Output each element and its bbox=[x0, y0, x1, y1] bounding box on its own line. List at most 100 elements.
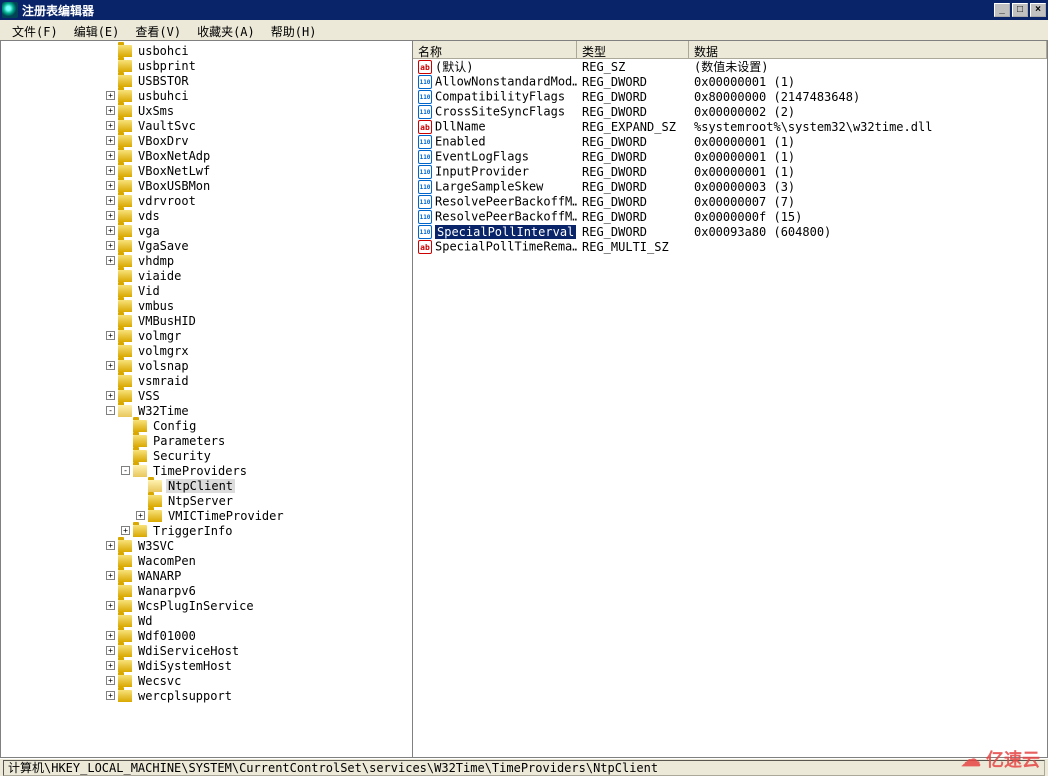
tree-item[interactable]: +VgaSave bbox=[1, 238, 412, 253]
expand-icon[interactable]: + bbox=[106, 391, 115, 400]
expand-icon[interactable]: + bbox=[106, 661, 115, 670]
tree-item[interactable]: +VBoxUSBMon bbox=[1, 178, 412, 193]
menu-help[interactable]: 帮助(H) bbox=[263, 22, 325, 38]
expand-icon[interactable]: + bbox=[106, 166, 115, 175]
value-row[interactable]: abSpecialPollTimeRema…REG_MULTI_SZ bbox=[413, 239, 1047, 254]
tree-item[interactable]: +VBoxDrv bbox=[1, 133, 412, 148]
expand-icon[interactable]: + bbox=[106, 196, 115, 205]
tree-item[interactable]: +VaultSvc bbox=[1, 118, 412, 133]
expand-icon[interactable]: + bbox=[106, 646, 115, 655]
values-pane[interactable]: 名称 类型 数据 ab(默认)REG_SZ(数值未设置)110AllowNons… bbox=[413, 41, 1047, 757]
tree-item[interactable]: Parameters bbox=[1, 433, 412, 448]
tree-item[interactable]: +vhdmp bbox=[1, 253, 412, 268]
tree-item[interactable]: +volmgr bbox=[1, 328, 412, 343]
tree-item[interactable]: +W3SVC bbox=[1, 538, 412, 553]
expand-icon[interactable]: + bbox=[106, 541, 115, 550]
maximize-button[interactable]: □ bbox=[1012, 3, 1028, 17]
tree-item[interactable]: usbohci bbox=[1, 43, 412, 58]
tree-item[interactable]: +volsnap bbox=[1, 358, 412, 373]
tree-item[interactable]: +UxSms bbox=[1, 103, 412, 118]
tree-item[interactable]: +VSS bbox=[1, 388, 412, 403]
value-row[interactable]: ab(默认)REG_SZ(数值未设置) bbox=[413, 59, 1047, 74]
tree-item[interactable]: NtpServer bbox=[1, 493, 412, 508]
expand-icon[interactable]: + bbox=[106, 106, 115, 115]
expand-icon[interactable]: + bbox=[106, 181, 115, 190]
col-header-type[interactable]: 类型 bbox=[577, 41, 689, 58]
tree-pane[interactable]: usbohciusbprintUSBSTOR+usbuhci+UxSms+Vau… bbox=[1, 41, 413, 757]
expand-icon[interactable]: + bbox=[106, 256, 115, 265]
tree-item[interactable]: +WANARP bbox=[1, 568, 412, 583]
tree-item[interactable]: +usbuhci bbox=[1, 88, 412, 103]
value-row[interactable]: abDllNameREG_EXPAND_SZ%systemroot%\syste… bbox=[413, 119, 1047, 134]
expand-icon[interactable]: + bbox=[106, 241, 115, 250]
tree-item[interactable]: volmgrx bbox=[1, 343, 412, 358]
menu-favorites[interactable]: 收藏夹(A) bbox=[189, 22, 263, 38]
folder-icon bbox=[118, 120, 132, 132]
tree-item[interactable]: +vds bbox=[1, 208, 412, 223]
tree-item[interactable]: +TriggerInfo bbox=[1, 523, 412, 538]
expand-icon[interactable]: + bbox=[106, 211, 115, 220]
expand-icon[interactable]: + bbox=[106, 91, 115, 100]
tree-item[interactable]: viaide bbox=[1, 268, 412, 283]
value-row[interactable]: 110InputProviderREG_DWORD0x00000001 (1) bbox=[413, 164, 1047, 179]
tree-item[interactable]: -W32Time bbox=[1, 403, 412, 418]
expand-icon[interactable]: + bbox=[106, 676, 115, 685]
tree-item[interactable]: -TimeProviders bbox=[1, 463, 412, 478]
expand-icon[interactable]: + bbox=[106, 361, 115, 370]
value-row[interactable]: 110LargeSampleSkewREG_DWORD0x00000003 (3… bbox=[413, 179, 1047, 194]
tree-item[interactable]: vsmraid bbox=[1, 373, 412, 388]
tree-item-label: WdiServiceHost bbox=[136, 644, 241, 658]
expand-icon[interactable]: + bbox=[106, 121, 115, 130]
menu-edit[interactable]: 编辑(E) bbox=[66, 22, 128, 38]
expand-icon[interactable]: + bbox=[106, 136, 115, 145]
tree-item[interactable]: +VBoxNetLwf bbox=[1, 163, 412, 178]
tree-item[interactable]: Wanarpv6 bbox=[1, 583, 412, 598]
tree-item[interactable]: Security bbox=[1, 448, 412, 463]
tree-item[interactable]: USBSTOR bbox=[1, 73, 412, 88]
value-type: REG_DWORD bbox=[577, 165, 689, 179]
close-button[interactable]: × bbox=[1030, 3, 1046, 17]
collapse-icon[interactable]: - bbox=[121, 466, 130, 475]
expand-icon[interactable]: + bbox=[106, 571, 115, 580]
value-row[interactable]: 110SpecialPollIntervalREG_DWORD0x00093a8… bbox=[413, 224, 1047, 239]
tree-item[interactable]: NtpClient bbox=[1, 478, 412, 493]
tree-item[interactable]: vmbus bbox=[1, 298, 412, 313]
tree-item[interactable]: Config bbox=[1, 418, 412, 433]
value-row[interactable]: 110EventLogFlagsREG_DWORD0x00000001 (1) bbox=[413, 149, 1047, 164]
expand-icon[interactable]: + bbox=[121, 526, 130, 535]
expand-icon[interactable]: + bbox=[106, 151, 115, 160]
expand-icon[interactable]: + bbox=[136, 511, 145, 520]
collapse-icon[interactable]: - bbox=[106, 406, 115, 415]
tree-item[interactable]: +WcsPlugInService bbox=[1, 598, 412, 613]
value-row[interactable]: 110ResolvePeerBackoffM…REG_DWORD0x000000… bbox=[413, 194, 1047, 209]
tree-item[interactable]: +Wdf01000 bbox=[1, 628, 412, 643]
value-row[interactable]: 110CrossSiteSyncFlagsREG_DWORD0x00000002… bbox=[413, 104, 1047, 119]
tree-item[interactable]: +vga bbox=[1, 223, 412, 238]
tree-item[interactable]: +VMICTimeProvider bbox=[1, 508, 412, 523]
value-row[interactable]: 110ResolvePeerBackoffM…REG_DWORD0x000000… bbox=[413, 209, 1047, 224]
value-row[interactable]: 110AllowNonstandardMod…REG_DWORD0x000000… bbox=[413, 74, 1047, 89]
menu-file[interactable]: 文件(F) bbox=[4, 22, 66, 38]
tree-item[interactable]: +Wecsvc bbox=[1, 673, 412, 688]
tree-item[interactable]: usbprint bbox=[1, 58, 412, 73]
expand-icon[interactable]: + bbox=[106, 226, 115, 235]
tree-item[interactable]: +vdrvroot bbox=[1, 193, 412, 208]
value-row[interactable]: 110EnabledREG_DWORD0x00000001 (1) bbox=[413, 134, 1047, 149]
tree-item[interactable]: +wercplsupport bbox=[1, 688, 412, 703]
tree-item[interactable]: WacomPen bbox=[1, 553, 412, 568]
value-row[interactable]: 110CompatibilityFlagsREG_DWORD0x80000000… bbox=[413, 89, 1047, 104]
minimize-button[interactable]: _ bbox=[994, 3, 1010, 17]
col-header-name[interactable]: 名称 bbox=[413, 41, 577, 58]
menu-view[interactable]: 查看(V) bbox=[127, 22, 189, 38]
expand-icon[interactable]: + bbox=[106, 631, 115, 640]
tree-item[interactable]: +VBoxNetAdp bbox=[1, 148, 412, 163]
tree-item[interactable]: + WdiServiceHost bbox=[1, 643, 412, 658]
col-header-data[interactable]: 数据 bbox=[689, 41, 1047, 58]
expand-icon[interactable]: + bbox=[106, 331, 115, 340]
tree-item[interactable]: VMBusHID bbox=[1, 313, 412, 328]
tree-item[interactable]: +WdiSystemHost bbox=[1, 658, 412, 673]
expand-icon[interactable]: + bbox=[106, 691, 115, 700]
expand-icon[interactable]: + bbox=[106, 601, 115, 610]
tree-item[interactable]: Wd bbox=[1, 613, 412, 628]
tree-item[interactable]: Vid bbox=[1, 283, 412, 298]
